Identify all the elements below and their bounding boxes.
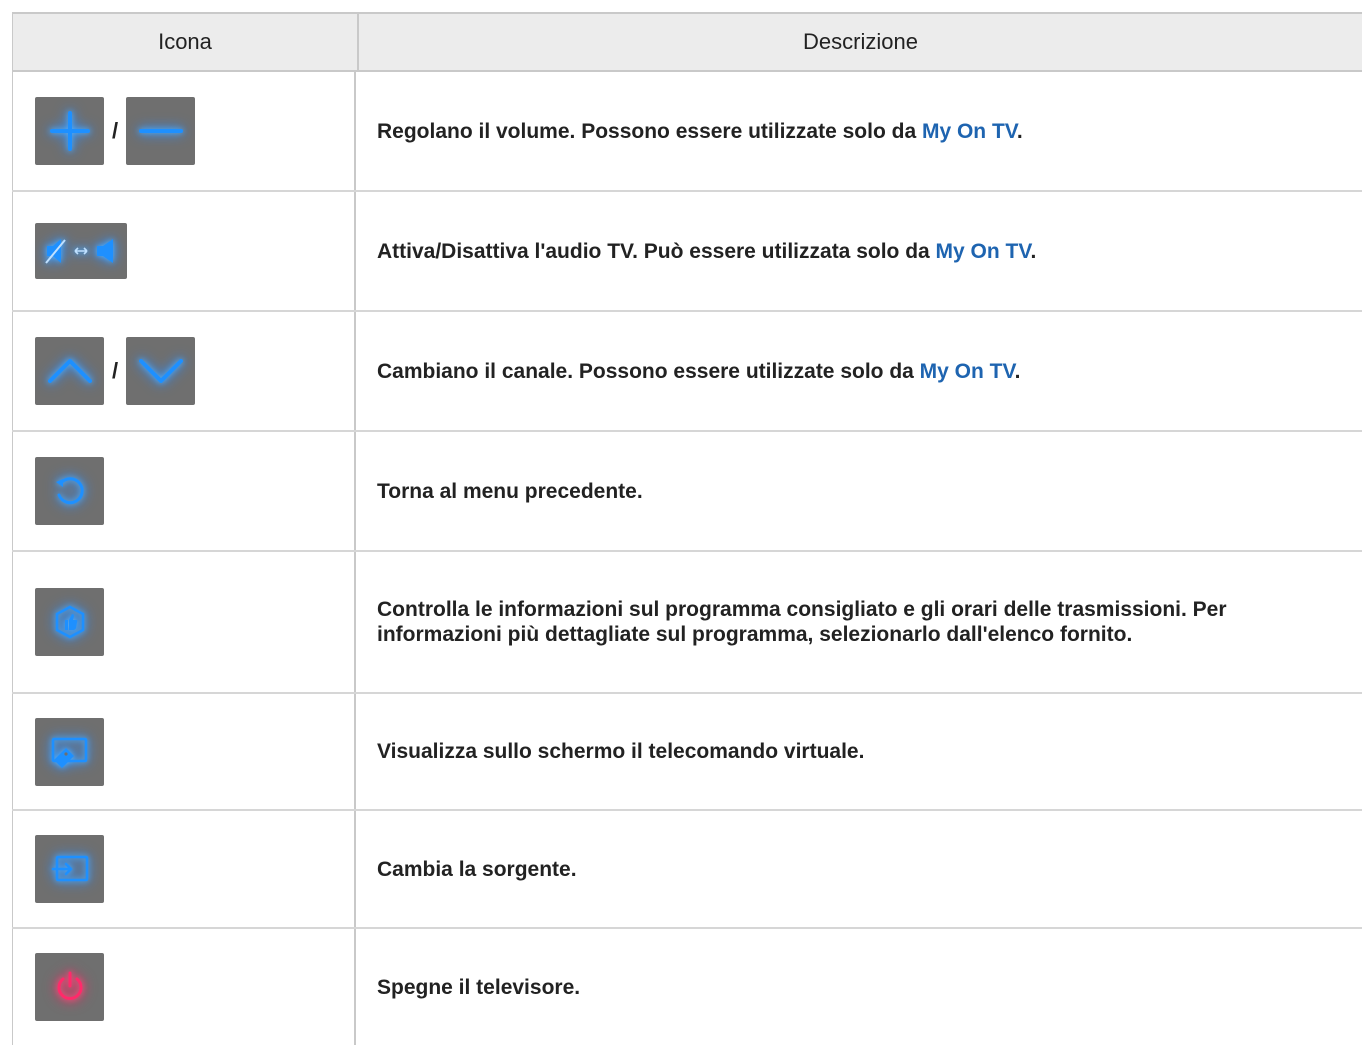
- source-icon: [51, 855, 88, 882]
- my-on-tv-link: My On TV: [921, 119, 1017, 143]
- chevron-down-icon: [138, 359, 183, 383]
- channel-down-button[interactable]: [126, 337, 195, 405]
- table-row: Cambia la sorgente.: [12, 811, 1362, 929]
- virtual-remote-icon: [51, 737, 87, 768]
- power-button[interactable]: [35, 953, 104, 1021]
- table-row: / Regolano il volume. Possono essere uti…: [12, 72, 1362, 192]
- row-description: Cambia la sorgente.: [377, 857, 577, 881]
- volume-down-button[interactable]: [126, 97, 195, 165]
- table-row: Spegne il televisore.: [12, 929, 1362, 1045]
- row-description: Cambiano il canale. Possono essere utili…: [377, 359, 1021, 383]
- mute-toggle-icon: [45, 239, 113, 264]
- return-button[interactable]: [35, 457, 104, 525]
- power-icon: [57, 971, 82, 1000]
- table-row: / Cambiano il canale. Possono essere uti…: [12, 312, 1362, 432]
- table-row: Visualizza sullo schermo il telecomando …: [12, 694, 1362, 811]
- header-icon-column: Icona: [12, 14, 359, 70]
- recommended-icon: [55, 605, 84, 639]
- table-row: Controlla le informazioni sul programma …: [12, 552, 1362, 694]
- minus-icon: [138, 129, 183, 133]
- channel-up-button[interactable]: [35, 337, 104, 405]
- table-row: Torna al menu precedente.: [12, 432, 1362, 552]
- row-description: Regolano il volume. Possono essere utili…: [377, 119, 1023, 143]
- row-description: Controlla le informazioni sul programma …: [377, 598, 1227, 646]
- my-on-tv-link: My On TV: [919, 359, 1015, 383]
- row-description: Torna al menu precedente.: [377, 479, 643, 503]
- return-icon: [55, 477, 84, 505]
- table-row: Attiva/Disattiva l'audio TV. Può essere …: [12, 192, 1362, 312]
- mute-button[interactable]: [35, 223, 127, 279]
- header-description-column: Descrizione: [803, 29, 918, 54]
- plus-icon: [49, 111, 90, 151]
- icon-description-table: Icona Descrizione / Regolano il volume. …: [12, 12, 1362, 1045]
- separator: /: [111, 118, 119, 143]
- separator: /: [111, 358, 119, 383]
- table-header: Icona Descrizione: [12, 14, 1362, 72]
- virtual-remote-button[interactable]: [35, 717, 104, 786]
- my-on-tv-link: My On TV: [935, 239, 1031, 263]
- row-description: Attiva/Disattiva l'audio TV. Può essere …: [377, 239, 1037, 263]
- recommended-button[interactable]: [35, 588, 104, 656]
- row-description: Visualizza sullo schermo il telecomando …: [377, 740, 865, 763]
- volume-up-button[interactable]: [35, 97, 104, 165]
- row-description: Spegne il televisore.: [377, 975, 581, 999]
- chevron-up-icon: [47, 359, 92, 383]
- source-button[interactable]: [35, 835, 104, 903]
